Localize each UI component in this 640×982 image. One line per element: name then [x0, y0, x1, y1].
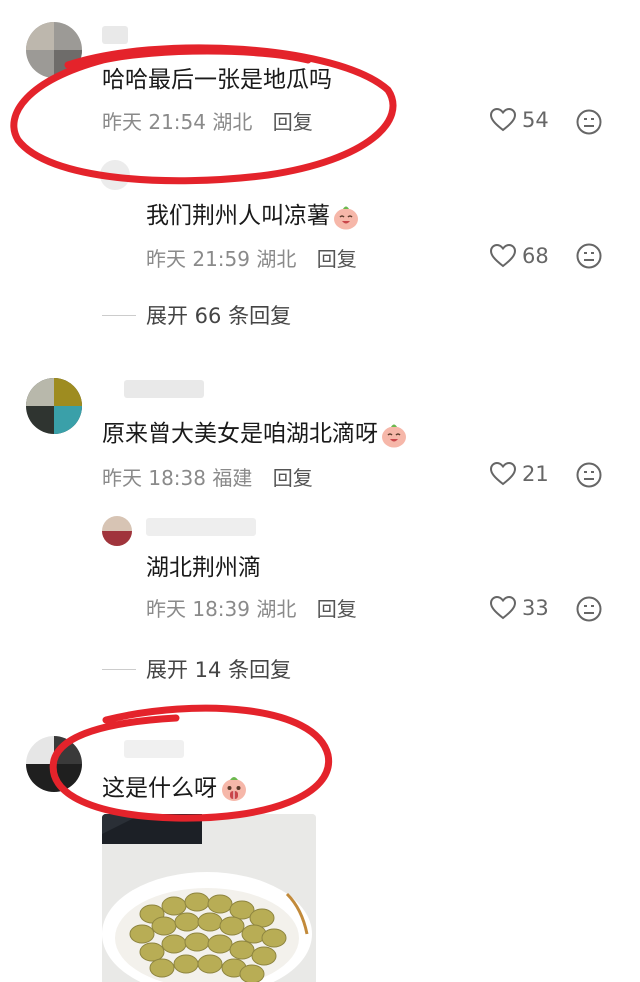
like-count: 54	[522, 108, 549, 132]
avatar[interactable]	[26, 736, 82, 792]
comment-text: 原来曾大美女是咱湖北滴呀	[102, 420, 408, 449]
highlight-circle	[49, 704, 333, 822]
like-button[interactable]: 68	[490, 244, 549, 268]
expand-replies-label: 展开 14 条回复	[146, 658, 292, 682]
divider	[102, 668, 136, 670]
reply-text: 我们荆州人叫凉薯	[146, 202, 360, 231]
comment-text: 哈哈最后一张是地瓜吗	[102, 67, 332, 93]
heart-icon	[490, 244, 516, 268]
dislike-face-icon[interactable]	[576, 462, 602, 488]
reply-button[interactable]: 回复	[273, 110, 313, 134]
like-button[interactable]: 33	[490, 596, 549, 620]
reply-button[interactable]: 回复	[317, 597, 357, 621]
heart-icon	[490, 462, 516, 486]
comment-date: 昨天 21:54	[102, 110, 206, 134]
reply-avatar[interactable]	[100, 160, 130, 190]
username[interactable]	[146, 518, 256, 536]
username[interactable]	[124, 740, 184, 758]
expand-replies-button[interactable]: 展开 14 条回复	[102, 654, 291, 684]
reply-text: 湖北荆州滴	[146, 555, 261, 581]
reply-location: 湖北	[256, 597, 297, 621]
heart-icon	[490, 108, 516, 132]
username[interactable]	[124, 380, 204, 398]
comment-text: 这是什么呀	[102, 774, 249, 804]
like-button[interactable]: 21	[490, 462, 549, 486]
like-count: 68	[522, 244, 549, 268]
comment-text-content: 原来曾大美女是咱湖北滴呀	[102, 421, 378, 447]
comment-location: 福建	[212, 466, 253, 490]
reply-avatar[interactable]	[102, 516, 132, 546]
like-button[interactable]: 54	[490, 108, 549, 132]
reply-date: 昨天 18:39	[146, 597, 250, 621]
reply-date: 昨天 21:59	[146, 247, 250, 271]
reply-meta: 昨天 18:39 湖北 回复	[146, 597, 357, 621]
like-count: 33	[522, 596, 549, 620]
reply-text-content: 我们荆州人叫凉薯	[146, 203, 330, 229]
avatar[interactable]	[26, 22, 82, 78]
expand-replies-label: 展开 66 条回复	[146, 304, 292, 328]
avatar[interactable]	[26, 378, 82, 434]
like-count: 21	[522, 462, 549, 486]
comment-location: 湖北	[212, 110, 253, 134]
dislike-face-icon[interactable]	[576, 596, 602, 622]
shocked-emoji-icon	[222, 777, 246, 801]
reply-button[interactable]: 回复	[317, 247, 357, 271]
laughing-emoji-icon	[382, 424, 406, 447]
comment-date: 昨天 18:38	[102, 466, 206, 490]
divider	[102, 314, 136, 316]
reply-location: 湖北	[256, 247, 297, 271]
comment-meta: 昨天 21:54 湖北 回复	[102, 110, 313, 134]
comment-meta: 昨天 18:38 福建 回复	[102, 466, 313, 490]
comment-text-content: 这是什么呀	[102, 775, 217, 802]
dislike-face-icon[interactable]	[576, 109, 602, 135]
reply-button[interactable]: 回复	[273, 466, 313, 490]
username[interactable]	[102, 26, 128, 44]
heart-icon	[490, 596, 516, 620]
dislike-face-icon[interactable]	[576, 243, 602, 269]
comment-image[interactable]	[102, 814, 316, 982]
reply-meta: 昨天 21:59 湖北 回复	[146, 247, 357, 271]
expand-replies-button[interactable]: 展开 66 条回复	[102, 300, 291, 330]
laughing-emoji-icon	[334, 206, 358, 229]
